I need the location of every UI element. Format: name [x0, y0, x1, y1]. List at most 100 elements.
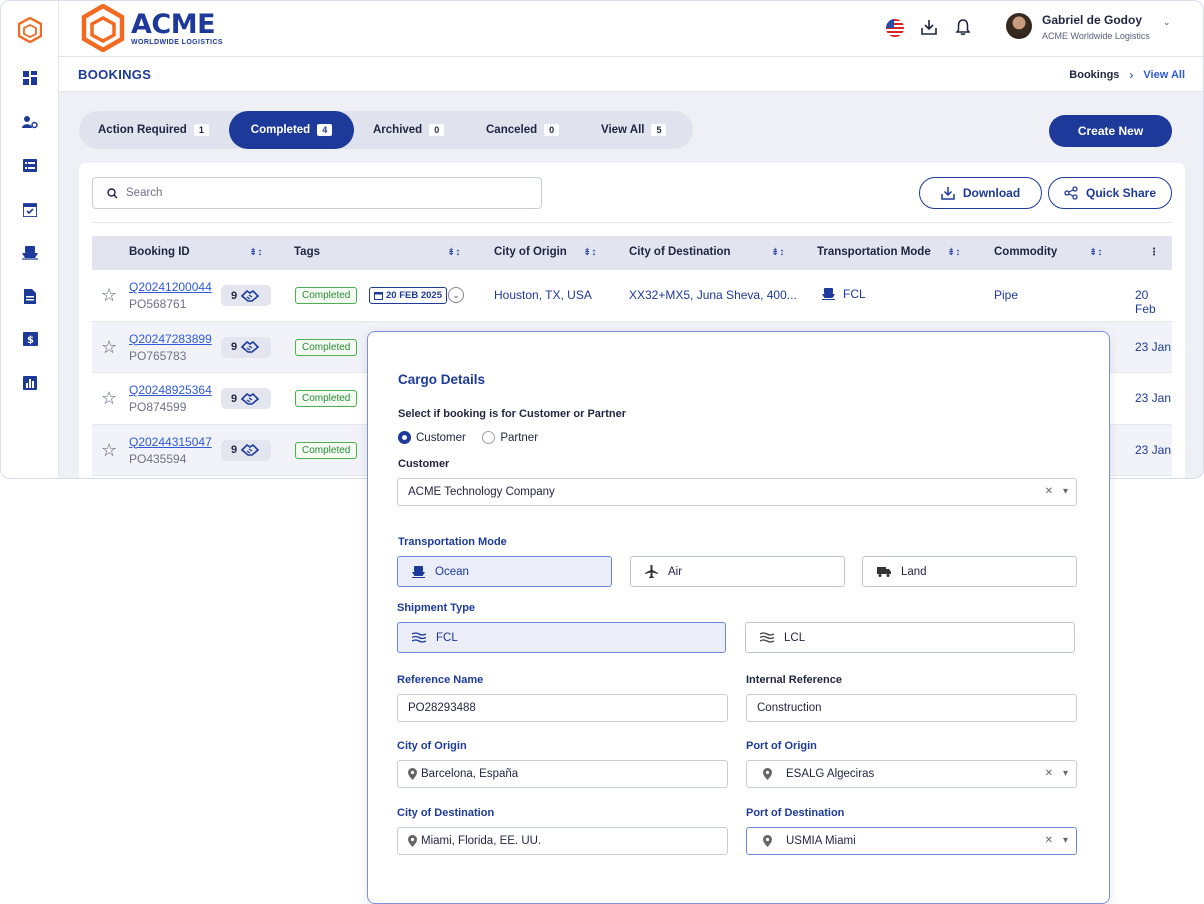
more-vertical-icon[interactable]: ⋮	[1149, 247, 1159, 258]
booking-id-link[interactable]: Q20241200044	[129, 280, 212, 294]
download-icon	[941, 187, 955, 200]
radio-customer[interactable]: Customer	[398, 431, 466, 444]
port-destination-select[interactable]: USMIA Miami ✕ ▾	[746, 827, 1077, 855]
po-number: PO765783	[129, 348, 187, 363]
column-city-origin[interactable]: City of Origin	[494, 246, 567, 258]
chevron-down-icon[interactable]: ⌄	[1163, 17, 1171, 28]
table-row[interactable]: ☆ Q20241200044 PO568761 9 Completed 20 F…	[92, 270, 1172, 322]
acme-hex-logo-icon[interactable]	[18, 17, 42, 43]
city-origin-label: City of Origin	[397, 740, 467, 752]
user-name[interactable]: Gabriel de Godoy	[1042, 13, 1142, 27]
chevron-down-icon[interactable]: ▾	[1063, 486, 1068, 497]
tab-view-all[interactable]: View All 5	[601, 111, 667, 149]
sort-filter-icon[interactable]: ⇟↕	[447, 247, 460, 258]
handshake-icon	[241, 340, 260, 353]
ship-icon[interactable]	[20, 242, 40, 262]
tab-label: Completed	[250, 124, 311, 136]
dollar-icon[interactable]: $	[20, 329, 40, 349]
search-input[interactable]: Search	[92, 177, 542, 209]
star-icon[interactable]: ☆	[101, 338, 117, 356]
star-icon[interactable]: ☆	[101, 441, 117, 459]
star-icon[interactable]: ☆	[101, 286, 117, 304]
list-icon[interactable]	[20, 155, 40, 175]
column-commodity[interactable]: Commodity	[994, 246, 1057, 258]
breadcrumb-bookings[interactable]: Bookings	[1069, 69, 1119, 81]
tab-completed[interactable]: Completed 4	[229, 111, 354, 149]
search-placeholder: Search	[126, 187, 163, 199]
handshake-badge[interactable]: 9	[221, 439, 271, 461]
sort-filter-icon[interactable]: ⇟↕	[947, 247, 960, 258]
column-booking-id[interactable]: Booking ID	[129, 246, 190, 258]
chevron-down-icon[interactable]: ▾	[1063, 835, 1068, 846]
bell-icon[interactable]	[955, 19, 971, 40]
calendar-check-icon[interactable]	[20, 199, 40, 219]
share-icon	[1064, 186, 1078, 200]
customer-select[interactable]: ACME Technology Company ✕ ▾	[397, 478, 1077, 506]
handshake-badge[interactable]: 9	[221, 336, 271, 358]
po-number: PO435594	[129, 451, 187, 466]
internal-reference-field[interactable]: Construction	[746, 694, 1077, 722]
sort-filter-icon[interactable]: ⇟↕	[771, 247, 784, 258]
radio-partner[interactable]: Partner	[482, 431, 538, 444]
mode-ocean-button[interactable]: Ocean	[397, 556, 612, 587]
bar-chart-icon[interactable]	[20, 373, 40, 393]
handshake-icon	[241, 443, 260, 456]
shipment-fcl-button[interactable]: FCL	[397, 622, 726, 653]
top-bar: ACME WORLDWIDE LOGISTICS Gabriel de Godo…	[59, 1, 1203, 57]
users-settings-icon[interactable]	[20, 112, 40, 132]
sort-filter-icon[interactable]: ⇟↕	[249, 247, 262, 258]
column-tags[interactable]: Tags	[294, 246, 320, 258]
column-city-destination[interactable]: City of Destination	[629, 246, 731, 258]
clear-icon[interactable]: ✕	[1045, 486, 1053, 497]
dashboard-icon[interactable]	[20, 68, 40, 88]
star-icon[interactable]: ☆	[101, 389, 117, 407]
po-number: PO874599	[129, 400, 187, 414]
create-new-button[interactable]: Create New	[1049, 115, 1172, 147]
tab-label: Archived	[373, 124, 423, 136]
clear-icon[interactable]: ✕	[1045, 835, 1053, 846]
tab-canceled[interactable]: Canceled 0	[486, 111, 560, 149]
handshake-badge[interactable]: 9	[221, 388, 271, 409]
us-flag-icon[interactable]	[886, 19, 904, 37]
download-button[interactable]: Download	[919, 177, 1042, 209]
shipment-lcl-button[interactable]: LCL	[745, 622, 1075, 653]
brand-logo[interactable]: ACME WORLDWIDE LOGISTICS	[81, 4, 223, 52]
waves-icon	[412, 632, 426, 643]
document-icon[interactable]	[20, 286, 40, 306]
mode-air-button[interactable]: Air	[630, 556, 845, 587]
handshake-badge[interactable]: 9	[221, 285, 271, 306]
sort-filter-icon[interactable]: ⇟↕	[583, 247, 596, 258]
transport-mode-label: Transportation Mode	[398, 536, 507, 548]
tab-label: Canceled	[486, 124, 538, 136]
chevron-down-icon[interactable]: ⌄	[448, 287, 464, 303]
booking-id-link[interactable]: Q20247283899	[129, 332, 212, 346]
download-icon[interactable]	[921, 19, 937, 40]
chevron-down-icon[interactable]: ▾	[1063, 768, 1068, 779]
city-destination-cell: XX32+MX5, Juna Sheva, 400...	[629, 288, 797, 302]
clear-icon[interactable]: ✕	[1045, 768, 1053, 779]
city-destination-field[interactable]: Miami, Florida, EE. UU.	[397, 827, 728, 855]
logo-title: ACME	[131, 8, 216, 40]
booking-id-link[interactable]: Q20244315047	[129, 435, 212, 449]
city-origin-field[interactable]: Barcelona, España	[397, 760, 728, 788]
tab-archived[interactable]: Archived 0	[373, 111, 445, 149]
breadcrumb-view-all[interactable]: View All	[1143, 69, 1185, 81]
status-badge: Completed	[295, 390, 358, 407]
avatar[interactable]	[1006, 13, 1032, 39]
booking-id-link[interactable]: Q20248925364	[129, 383, 212, 397]
port-origin-select[interactable]: ESALG Algeciras ✕ ▾	[746, 760, 1077, 788]
tab-action-required[interactable]: Action Required 1	[98, 111, 209, 149]
tab-count: 5	[651, 124, 667, 136]
commodity-cell: Pipe	[994, 288, 1019, 302]
mode-land-button[interactable]: Land	[862, 556, 1077, 587]
sort-filter-icon[interactable]: ⇟↕	[1089, 247, 1102, 258]
page-title: BOOKINGS	[78, 67, 152, 82]
reference-name-field[interactable]: PO28293488	[397, 694, 728, 722]
breadcrumb: Bookings › View All	[1069, 68, 1185, 82]
table-header: Booking ID ⇟↕ Tags ⇟↕ City of Origin ⇟↕ …	[92, 236, 1172, 270]
radio-customer-label: Customer	[416, 431, 466, 444]
quick-share-button[interactable]: Quick Share	[1048, 177, 1172, 209]
date-tag-text: 20 FEB 2025	[386, 290, 442, 301]
page-header: BOOKINGS Bookings › View All	[59, 57, 1203, 92]
column-transport-mode[interactable]: Transportation Mode	[817, 246, 931, 258]
